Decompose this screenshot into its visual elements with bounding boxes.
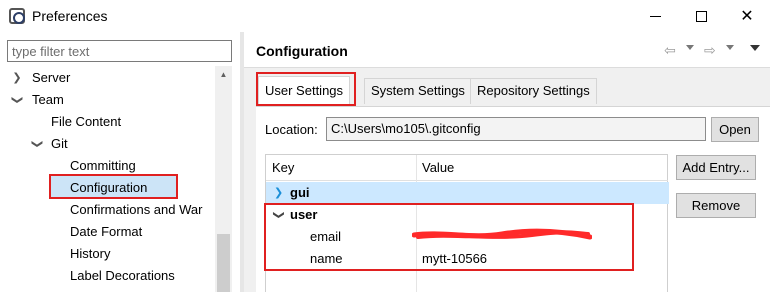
forward-arrow-icon[interactable]: ⇨	[704, 42, 716, 59]
window-title: Preferences	[32, 8, 108, 24]
table-row-gui[interactable]: ❯ gui	[266, 182, 669, 204]
tree-item-label: Git	[51, 136, 68, 151]
chevron-down-icon[interactable]: ❯	[27, 139, 47, 149]
tree-item-date-format[interactable]: Date Format	[70, 222, 142, 242]
tree-item-label: File Content	[51, 114, 122, 129]
tree-item-label: Confirmations and War	[70, 202, 203, 217]
eclipse-app-icon	[9, 8, 25, 24]
tree-item-history[interactable]: History	[70, 244, 110, 264]
close-icon: ✕	[740, 8, 754, 25]
tree-item-file-content[interactable]: File Content	[51, 112, 121, 132]
column-header-value[interactable]: Value	[416, 155, 668, 181]
tree-scrollbar[interactable]: ▲	[215, 66, 232, 292]
scrollbar-thumb[interactable]	[217, 234, 230, 292]
tree-item-label: Date Format	[70, 224, 143, 239]
annotation-highlight-configuration	[49, 174, 178, 199]
back-arrow-icon[interactable]: ⇦	[664, 42, 676, 59]
view-menu-icon[interactable]	[750, 45, 760, 51]
tree-item-label: Label Decorations	[70, 268, 175, 283]
tree-item-label: Server	[32, 70, 71, 85]
location-label: Location:	[265, 122, 318, 137]
annotation-highlight-user-settings	[256, 72, 356, 106]
tab-system-settings[interactable]: System Settings	[364, 78, 472, 104]
minimize-button[interactable]	[632, 0, 678, 32]
tree-item-label-decorations[interactable]: Label Decorations	[70, 266, 175, 286]
tree-item-label: Team	[32, 92, 64, 107]
chevron-right-icon[interactable]: ❯	[12, 68, 22, 88]
maximize-icon	[695, 10, 707, 22]
tab-repository-settings[interactable]: Repository Settings	[470, 78, 597, 104]
tree-item-label: History	[70, 246, 111, 261]
chevron-down-icon[interactable]: ❯	[7, 95, 27, 105]
preferences-tree-panel: ❯ Server ❯ Team File Content ❯ Git Commi…	[0, 32, 240, 292]
chevron-right-icon[interactable]: ❯	[274, 182, 283, 204]
settings-tabs: User Settings System Settings Repository…	[256, 72, 758, 106]
back-dropdown-icon[interactable]	[686, 45, 694, 50]
add-entry-button[interactable]: Add Entry...	[676, 155, 756, 180]
open-button[interactable]: Open	[711, 117, 759, 142]
minimize-icon	[649, 15, 661, 17]
filter-input[interactable]	[7, 40, 232, 62]
forward-dropdown-icon[interactable]	[726, 45, 734, 50]
maximize-button[interactable]	[678, 0, 724, 32]
scroll-up-icon[interactable]: ▲	[215, 66, 232, 83]
close-button[interactable]: ✕	[724, 0, 770, 32]
title-bar: Preferences ✕	[0, 0, 770, 32]
tree-item-label: Committing	[70, 158, 136, 173]
page-header: Configuration ⇦ ⇨	[244, 32, 770, 68]
column-header-key[interactable]: Key	[266, 155, 416, 181]
tree-item-confirmations[interactable]: Confirmations and War	[70, 200, 215, 220]
redaction-scribble	[412, 228, 592, 240]
tree-item-committing[interactable]: Committing	[70, 156, 136, 176]
row-key: gui	[290, 185, 310, 200]
page-title: Configuration	[256, 43, 348, 59]
location-field[interactable]: C:\Users\mo105\.gitconfig	[326, 117, 706, 141]
remove-button[interactable]: Remove	[676, 193, 756, 218]
